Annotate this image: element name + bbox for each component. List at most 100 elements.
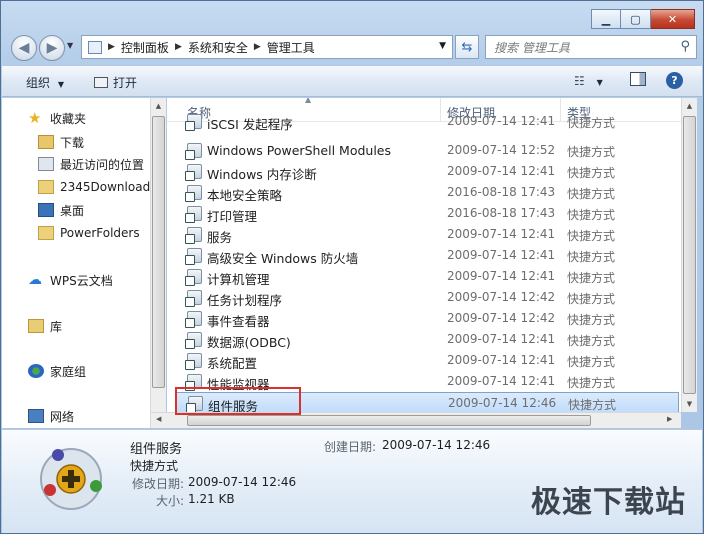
table-row[interactable]: 事件查看器 2009-07-14 12:42 快捷方式 xyxy=(175,308,679,329)
maximize-button[interactable]: ▢ xyxy=(621,9,651,29)
file-list: 名称 ▲ 修改日期 类型 iSCSI 发起程序 2009-07-14 12:41 快… xyxy=(167,98,681,428)
view-options-button[interactable]: ☷ ▼ xyxy=(574,74,603,88)
folder-icon xyxy=(38,180,54,194)
sidebar-item-label: 网络 xyxy=(50,409,75,424)
file-date: 2009-07-14 12:41 xyxy=(447,353,556,367)
scroll-down-arrow[interactable]: ▼ xyxy=(682,400,697,408)
sidebar-item-libraries[interactable]: 库 xyxy=(28,316,62,336)
refresh-button[interactable]: ⇆ xyxy=(455,35,479,59)
sidebar-item-wps-cloud[interactable]: ☁ WPS云文档 xyxy=(28,270,113,290)
breadcrumb-system-security[interactable]: 系统和安全 xyxy=(188,39,248,56)
shortcut-icon xyxy=(185,143,202,160)
file-date: 2009-07-14 12:41 xyxy=(447,114,556,128)
file-type: 快捷方式 xyxy=(567,355,616,369)
scroll-thumb[interactable] xyxy=(683,116,696,394)
table-row[interactable]: 系统配置 2009-07-14 12:41 快捷方式 xyxy=(175,350,679,371)
file-type: 快捷方式 xyxy=(567,187,616,201)
folder-icon xyxy=(38,226,54,240)
sidebar-item-desktop[interactable]: 桌面 xyxy=(38,200,84,220)
table-row[interactable]: 计算机管理 2009-07-14 12:41 快捷方式 xyxy=(175,266,679,287)
scroll-left-arrow[interactable]: ◀ xyxy=(156,415,161,423)
sidebar-item-label: 下载 xyxy=(60,135,85,150)
address-dropdown-icon[interactable]: ▼ xyxy=(439,41,446,51)
shortcut-icon xyxy=(185,353,202,370)
file-date: 2009-07-14 12:41 xyxy=(447,164,556,178)
table-row[interactable]: Windows PowerShell Modules 2009-07-14 12:… xyxy=(175,140,679,161)
shortcut-icon xyxy=(185,269,202,286)
file-name: 高级安全 Windows 防火墙 xyxy=(207,251,359,266)
shortcut-icon xyxy=(185,311,202,328)
table-row[interactable]: 服务 2009-07-14 12:41 快捷方式 xyxy=(175,224,679,245)
table-row[interactable]: Windows 内存诊断 2009-07-14 12:41 快捷方式 xyxy=(175,161,679,182)
sidebar-item-network[interactable]: 网络 xyxy=(28,406,74,426)
table-row[interactable]: 打印管理 2016-08-18 17:43 快捷方式 xyxy=(175,203,679,224)
breadcrumb-admin-tools[interactable]: 管理工具 xyxy=(267,39,315,56)
sidebar-item-downloads[interactable]: 下载 xyxy=(38,132,84,152)
scroll-thumb[interactable] xyxy=(187,415,591,426)
address-bar[interactable]: ▶ 控制面板 ▶ 系统和安全 ▶ 管理工具 ▼ xyxy=(81,35,453,59)
file-type: 快捷方式 xyxy=(567,313,616,327)
sidebar-item-favorites[interactable]: ★ 收藏夹 xyxy=(28,108,86,128)
table-row[interactable]: 高级安全 Windows 防火墙 2009-07-14 12:41 快捷方式 xyxy=(175,245,679,266)
minimize-button[interactable]: ▁ xyxy=(591,9,621,29)
table-row[interactable]: 任务计划程序 2009-07-14 12:42 快捷方式 xyxy=(175,287,679,308)
file-name: 本地安全策略 xyxy=(207,188,283,203)
details-modified-value: 2009-07-14 12:46 xyxy=(188,475,297,489)
navigation-pane: ★ 收藏夹 下载 最近访问的位置 2345Downloads 桌面 PowerF… xyxy=(2,98,156,428)
preview-pane-icon xyxy=(630,72,646,86)
forward-button[interactable]: ▶ xyxy=(39,35,65,61)
file-type: 快捷方式 xyxy=(568,398,617,412)
open-label: 打开 xyxy=(113,76,138,90)
breadcrumb-control-panel[interactable]: 控制面板 xyxy=(121,39,169,56)
file-type: 快捷方式 xyxy=(567,145,616,159)
scroll-up-arrow[interactable]: ▲ xyxy=(682,102,697,110)
file-date: 2009-07-14 12:41 xyxy=(447,248,556,262)
close-button[interactable]: ✕ xyxy=(651,9,695,29)
shortcut-icon xyxy=(185,164,202,181)
search-placeholder: 搜索 管理工具 xyxy=(494,40,570,55)
sidebar-item-homegroup[interactable]: 家庭组 xyxy=(28,361,86,381)
details-file-kind: 快捷方式 xyxy=(130,459,179,473)
details-size-value: 1.21 KB xyxy=(188,492,235,506)
navigation-scrollbar[interactable]: ▲ ▼ xyxy=(150,98,166,428)
help-button[interactable]: ? xyxy=(666,72,683,89)
watermark-text: 极速下载站 xyxy=(531,485,686,520)
sidebar-item-label: PowerFolders xyxy=(60,226,140,240)
breadcrumb-separator[interactable]: ▶ xyxy=(175,42,182,52)
recent-pages-dropdown[interactable]: ▼ xyxy=(67,41,73,50)
file-type: 快捷方式 xyxy=(567,166,616,180)
sidebar-item-label: 库 xyxy=(50,319,63,334)
breadcrumb-separator[interactable]: ▶ xyxy=(254,42,261,52)
sort-ascending-icon: ▲ xyxy=(305,98,312,104)
breadcrumb-separator[interactable]: ▶ xyxy=(108,42,115,52)
sidebar-item-label: 家庭组 xyxy=(50,364,87,379)
file-type: 快捷方式 xyxy=(567,229,616,243)
scroll-right-arrow[interactable]: ▶ xyxy=(667,415,672,423)
search-icon[interactable]: ⚲ xyxy=(680,39,690,54)
file-type: 快捷方式 xyxy=(567,271,616,285)
file-date: 2009-07-14 12:41 xyxy=(447,332,556,346)
details-pane: 组件服务 快捷方式 修改日期: 2009-07-14 12:46 大小: 1.2… xyxy=(2,429,702,533)
open-icon xyxy=(94,77,108,88)
file-name: Windows PowerShell Modules xyxy=(207,143,391,158)
table-row[interactable]: 数据源(ODBC) 2009-07-14 12:41 快捷方式 xyxy=(175,329,679,350)
search-input[interactable]: 搜索 管理工具 ⚲ xyxy=(485,35,697,59)
file-date: 2016-08-18 17:43 xyxy=(447,206,556,220)
table-row[interactable]: iSCSI 发起程序 2009-07-14 12:41 快捷方式 xyxy=(175,114,679,132)
preview-pane-button[interactable] xyxy=(630,72,646,89)
open-button[interactable]: 打开 xyxy=(94,74,137,91)
sidebar-item-label: 收藏夹 xyxy=(50,111,87,126)
sidebar-item-recent[interactable]: 最近访问的位置 xyxy=(38,154,144,174)
scroll-thumb[interactable] xyxy=(152,116,165,388)
back-button[interactable]: ◀ xyxy=(11,35,37,61)
sidebar-item-powerfolders[interactable]: PowerFolders xyxy=(38,223,140,243)
table-row[interactable]: 本地安全策略 2016-08-18 17:43 快捷方式 xyxy=(175,182,679,203)
shortcut-icon xyxy=(185,248,202,265)
component-services-icon xyxy=(40,448,102,510)
file-list-scrollbar[interactable]: ▲ ▼ xyxy=(681,98,697,412)
scroll-up-arrow[interactable]: ▲ xyxy=(151,102,166,110)
details-created-value: 2009-07-14 12:46 xyxy=(382,438,491,452)
organize-button[interactable]: 组织 ▼ xyxy=(26,74,64,91)
sidebar-item-2345downloads[interactable]: 2345Downloads xyxy=(38,177,156,197)
file-type: 快捷方式 xyxy=(567,250,616,264)
